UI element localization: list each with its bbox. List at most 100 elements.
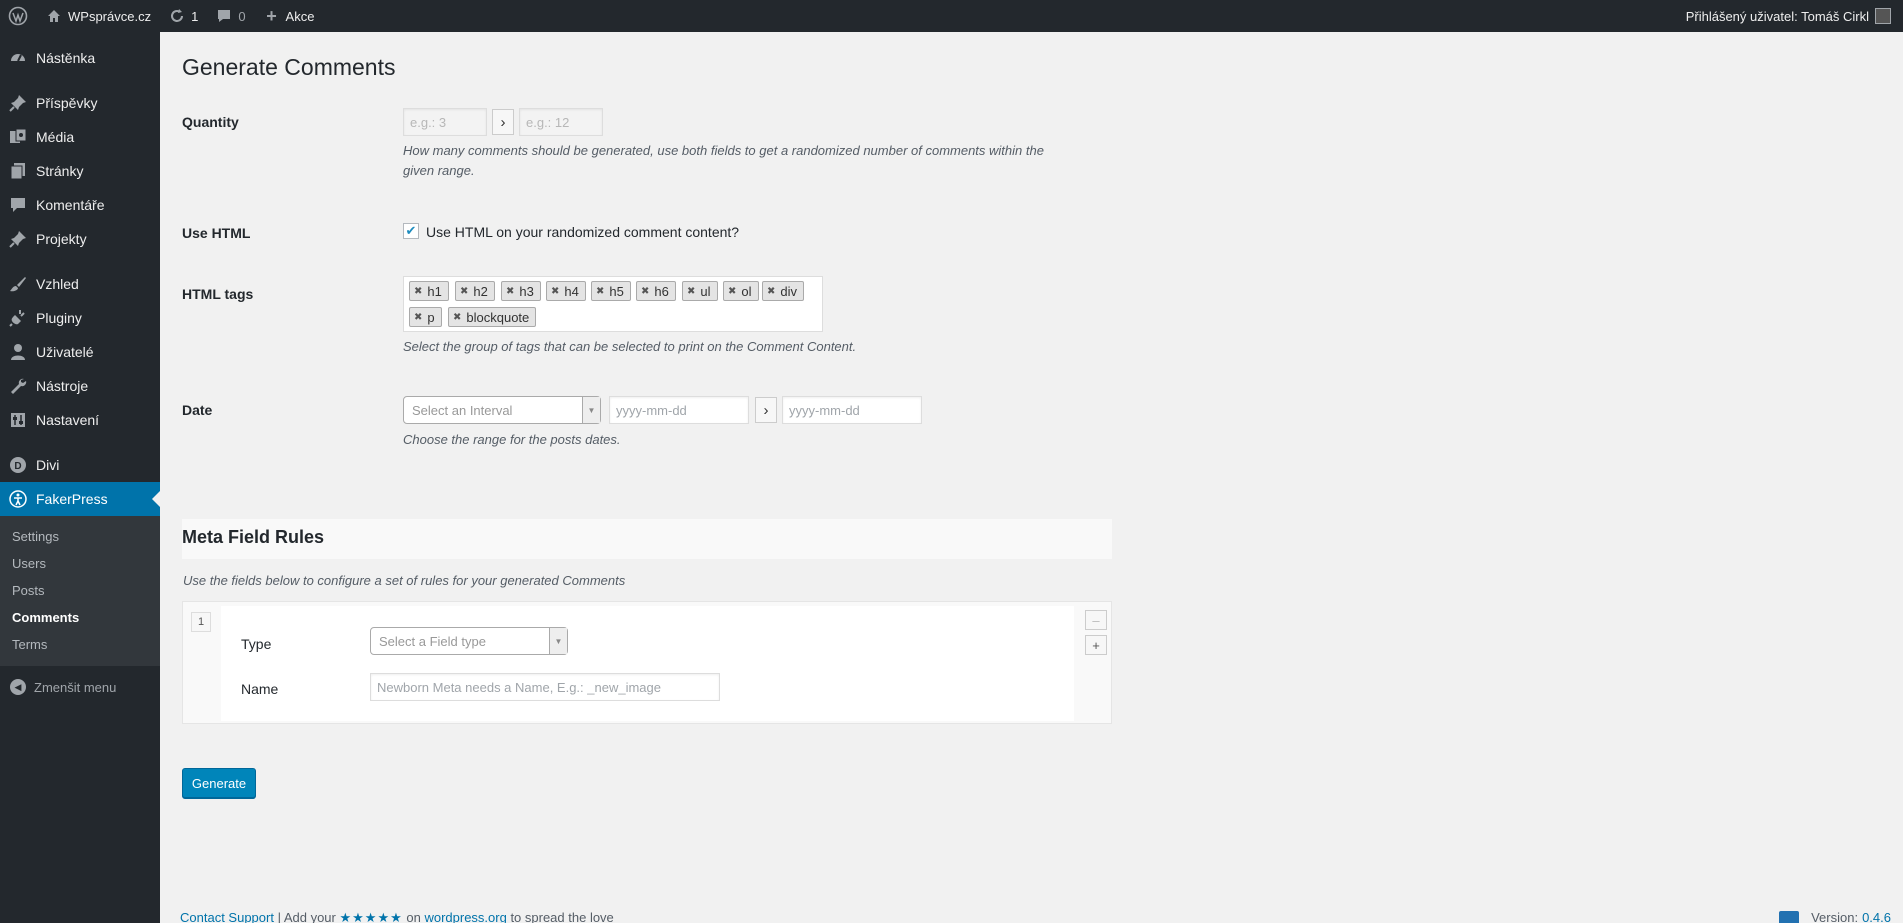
- user-greeting: Přihlášený uživatel: Tomáš Cirkl: [1685, 8, 1869, 24]
- sidebar-item-label: Uživatelé: [36, 344, 94, 360]
- sidebar-item-media[interactable]: Média: [0, 120, 160, 154]
- sidebar-item-pages[interactable]: Stránky: [0, 154, 160, 188]
- dropdown-arrow-icon: ▼: [549, 628, 567, 654]
- sidebar-item-tools[interactable]: Nástroje: [0, 369, 160, 403]
- use-html-label: Use HTML: [182, 225, 251, 241]
- comments-link[interactable]: 0: [206, 0, 253, 32]
- comment-icon: [214, 6, 234, 26]
- tag-chip: ✖ h3: [501, 281, 541, 301]
- quantity-max-input[interactable]: e.g.: 12: [519, 108, 603, 136]
- remove-tag-icon[interactable]: ✖: [453, 312, 461, 323]
- sidebar-item-label: Nastavení: [36, 412, 100, 428]
- generate-button[interactable]: Generate: [182, 768, 256, 798]
- sidebar-item-appearance[interactable]: Vzhled: [0, 267, 160, 301]
- submenu-item-posts[interactable]: Posts: [0, 577, 160, 604]
- sidebar-item-label: Pluginy: [36, 310, 82, 326]
- date-interval-placeholder: Select an Interval: [412, 402, 513, 418]
- fakerpress-submenu: Settings Users Posts Comments Terms: [0, 516, 160, 666]
- sidebar-item-label: Média: [36, 129, 75, 145]
- html-tags-description: Select the group of tags that can be sel…: [403, 339, 857, 354]
- remove-tag-icon[interactable]: ✖: [414, 286, 422, 297]
- plus-icon: +: [266, 5, 277, 26]
- submenu-item-terms[interactable]: Terms: [0, 631, 160, 658]
- remove-tag-icon[interactable]: ✖: [641, 286, 649, 297]
- meta-rule-row: 1 Type Select a Field type ▼ Name Newbor…: [182, 601, 1112, 724]
- use-html-checkbox[interactable]: ✔: [403, 223, 419, 239]
- svg-text:D: D: [14, 461, 21, 472]
- meta-type-label: Type: [241, 636, 272, 652]
- date-from-input[interactable]: yyyy-mm-dd: [609, 396, 749, 424]
- updates-link[interactable]: 1: [159, 0, 206, 32]
- updates-count: 1: [191, 8, 199, 24]
- submenu-item-settings[interactable]: Settings: [0, 523, 160, 550]
- remove-tag-icon[interactable]: ✖: [460, 286, 468, 297]
- footer-tail: to spread the love: [506, 910, 614, 923]
- date-interval-select[interactable]: Select an Interval ▼: [403, 396, 601, 424]
- date-to-input[interactable]: yyyy-mm-dd: [782, 396, 922, 424]
- remove-tag-icon[interactable]: ✖: [687, 286, 695, 297]
- collapse-menu-button[interactable]: ◀ Zmenšit menu: [0, 670, 160, 704]
- quantity-label: Quantity: [182, 114, 239, 130]
- remove-tag-icon[interactable]: ✖: [506, 286, 514, 297]
- divi-icon: D: [8, 455, 28, 475]
- avatar: [1875, 8, 1891, 24]
- quantity-description: How many comments should be generated, u…: [403, 141, 1123, 181]
- meta-name-input[interactable]: Newborn Meta needs a Name, E.g.: _new_im…: [370, 673, 720, 701]
- sidebar-item-divi[interactable]: D Divi: [0, 448, 160, 482]
- tag-chip: ✖ ul: [682, 281, 718, 301]
- tag-chip-label: h2: [473, 283, 488, 299]
- tag-chip-label: h3: [519, 283, 534, 299]
- wrench-icon: [8, 376, 28, 396]
- quantity-description-line: How many comments should be generated, u…: [403, 143, 1044, 158]
- footer-sep: | Add your: [273, 910, 340, 923]
- html-tags-select[interactable]: ✖ h1 ✖ h2 ✖ h3 ✖ h4 ✖ h5 ✖ h6 ✖ ul ✖ ol ✖ div ✖ p …: [403, 276, 823, 332]
- remove-tag-icon[interactable]: ✖: [596, 286, 604, 297]
- wordpress-org-link[interactable]: wordpress.org: [424, 910, 506, 923]
- tag-chip: ✖ div: [762, 281, 805, 301]
- collapse-menu-label: Zmenšit menu: [34, 679, 117, 695]
- html-tags-label: HTML tags: [182, 286, 254, 302]
- remove-rule-button[interactable]: –: [1085, 610, 1107, 630]
- remove-tag-icon[interactable]: ✖: [728, 286, 736, 297]
- meta-field-type-select[interactable]: Select a Field type ▼: [370, 627, 568, 655]
- submenu-item-users[interactable]: Users: [0, 550, 160, 577]
- use-html-checkbox-label: Use HTML on your randomized comment cont…: [426, 224, 740, 240]
- dropdown-arrow-icon: ▼: [582, 397, 600, 423]
- rating-stars-link[interactable]: ★★★★★: [339, 910, 402, 923]
- tag-chip: ✖ h6: [636, 281, 676, 301]
- site-name-link[interactable]: WPsprávce.cz: [36, 0, 159, 32]
- contact-support-link[interactable]: Contact Support: [180, 910, 274, 923]
- sidebar-item-dashboard[interactable]: Nástěnka: [0, 41, 160, 75]
- remove-tag-icon[interactable]: ✖: [767, 286, 775, 297]
- remove-tag-icon[interactable]: ✖: [414, 312, 422, 323]
- tag-chip-label: div: [780, 283, 798, 299]
- add-rule-button[interactable]: +: [1085, 635, 1107, 655]
- sidebar-item-label: Komentáře: [36, 197, 105, 213]
- main-content: Generate Comments Quantity e.g.: 3 › e.g…: [160, 32, 1903, 923]
- date-label: Date: [182, 402, 213, 418]
- sidebar-item-projects[interactable]: Projekty: [0, 222, 160, 256]
- sidebar-item-comments[interactable]: Komentáře: [0, 188, 160, 222]
- sidebar-item-plugins[interactable]: Pluginy: [0, 301, 160, 335]
- sidebar-item-posts[interactable]: Příspěvky: [0, 86, 160, 120]
- new-content-label: Akce: [285, 8, 315, 24]
- new-content-link[interactable]: + Akce: [254, 0, 323, 32]
- sidebar-item-users[interactable]: Uživatelé: [0, 335, 160, 369]
- remove-tag-icon[interactable]: ✖: [551, 286, 559, 297]
- comment-icon: [8, 195, 28, 215]
- collapse-arrow-icon: ◀: [10, 679, 26, 695]
- submenu-item-comments[interactable]: Comments: [0, 604, 160, 631]
- fakerpress-logo-icon: [1779, 910, 1800, 923]
- version-link[interactable]: 0.4.6: [1862, 910, 1891, 923]
- tag-chip: ✖ h1: [409, 281, 449, 301]
- tag-chip-label: blockquote: [466, 309, 530, 325]
- updates-icon: [167, 6, 187, 26]
- wordpress-logo-icon[interactable]: [0, 0, 36, 32]
- tag-chip: ✖ h4: [546, 281, 586, 301]
- sidebar-item-settings[interactable]: Nastavení: [0, 403, 160, 437]
- quantity-min-input[interactable]: e.g.: 3: [403, 108, 487, 136]
- brush-icon: [8, 274, 28, 294]
- user-account-link[interactable]: Přihlášený uživatel: Tomáš Cirkl: [1678, 0, 1903, 32]
- tag-chip-label: p: [427, 309, 435, 325]
- sidebar-item-fakerpress[interactable]: FakerPress: [0, 482, 160, 516]
